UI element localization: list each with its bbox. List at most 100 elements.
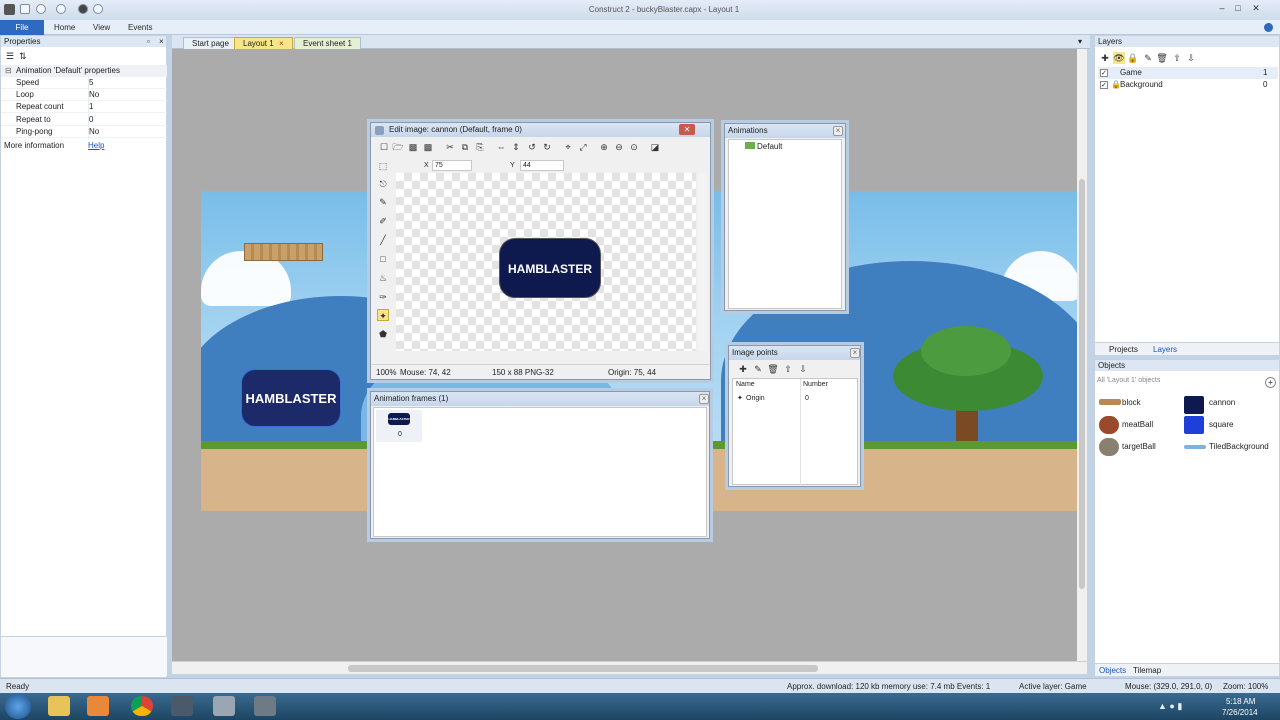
- explorer-icon[interactable]: [48, 696, 70, 716]
- collapse-icon[interactable]: ⊟: [5, 65, 12, 77]
- flip-vertical-icon[interactable]: ⇕: [510, 141, 522, 153]
- tab-objects[interactable]: Objects: [1099, 664, 1126, 677]
- tray-icons[interactable]: ▲ ● ▮: [1158, 701, 1208, 713]
- construct-icon[interactable]: [171, 696, 193, 716]
- tab-event-sheet-1[interactable]: Event sheet 1: [294, 37, 361, 49]
- vertical-scrollbar[interactable]: [1077, 49, 1087, 661]
- close-icon[interactable]: ×: [850, 348, 860, 358]
- zoom-out-icon[interactable]: ⊖: [613, 141, 625, 153]
- scroll-thumb[interactable]: [348, 665, 818, 672]
- lock-icon[interactable]: 🔒: [1127, 52, 1139, 64]
- tab-projects[interactable]: Projects: [1109, 343, 1138, 356]
- clock-time[interactable]: 5:18 AM: [1226, 697, 1255, 706]
- tabs-dropdown-icon[interactable]: ▾: [1078, 37, 1082, 46]
- tab-close-icon[interactable]: ×: [279, 39, 284, 48]
- edit-layer-icon[interactable]: ✎: [1142, 52, 1154, 64]
- table-row[interactable]: ✦ Origin 0: [733, 394, 857, 405]
- settings-icon[interactable]: [213, 696, 235, 716]
- prop-row-speed[interactable]: Speed 5: [1, 77, 167, 89]
- collision-tool-icon[interactable]: ⬟: [377, 328, 389, 340]
- copy-icon[interactable]: ⧉: [459, 141, 471, 153]
- recorder-icon[interactable]: [254, 696, 276, 716]
- cannon-sprite[interactable]: HAMBLASTER: [241, 369, 341, 427]
- new-icon[interactable]: ☐: [378, 141, 390, 153]
- edited-image[interactable]: HAMBLASTER: [499, 238, 601, 298]
- add-object-icon[interactable]: +: [1265, 377, 1276, 388]
- cut-icon[interactable]: ✂: [444, 141, 456, 153]
- layer-up-icon[interactable]: ⇧: [1171, 52, 1183, 64]
- start-button[interactable]: [5, 694, 31, 719]
- image-vscroll[interactable]: [698, 173, 707, 351]
- resize-icon[interactable]: ⤢: [577, 141, 589, 153]
- close-icon[interactable]: ✕: [679, 124, 695, 135]
- save-icon[interactable]: ▩: [407, 141, 419, 153]
- move-down-icon[interactable]: ⇩: [797, 363, 809, 375]
- color-icon[interactable]: ◪: [649, 141, 661, 153]
- tab-start-page[interactable]: Start page: [183, 37, 238, 49]
- maximize-icon[interactable]: □: [1228, 0, 1248, 16]
- block-sprite[interactable]: [244, 243, 323, 261]
- tab-tilemap[interactable]: Tilemap: [1133, 664, 1161, 677]
- visible-checkbox[interactable]: ✓: [1100, 81, 1108, 89]
- open-icon[interactable]: 🗁: [392, 141, 404, 153]
- prop-row-ping-pong[interactable]: Ping-pong No: [1, 126, 167, 138]
- x-field[interactable]: 75: [432, 160, 472, 171]
- add-point-icon[interactable]: ✚: [737, 363, 749, 375]
- fill-tool-icon[interactable]: ♨: [377, 272, 389, 284]
- select-tool-icon[interactable]: ⬚: [377, 160, 389, 172]
- eraser-tool-icon[interactable]: ⎋: [377, 178, 389, 190]
- prop-value[interactable]: 1: [88, 101, 93, 113]
- chrome-icon[interactable]: [131, 696, 153, 716]
- help-icon[interactable]: [1264, 23, 1273, 32]
- objects-filter[interactable]: All 'Layout 1' objects: [1097, 377, 1160, 384]
- prop-value[interactable]: No: [88, 89, 99, 101]
- tab-layout-1[interactable]: Layout 1 ×: [234, 37, 293, 49]
- close-icon[interactable]: ✕: [1246, 0, 1266, 16]
- prop-value[interactable]: No: [88, 126, 99, 138]
- scroll-thumb[interactable]: [1079, 179, 1085, 589]
- close-icon[interactable]: ×: [833, 126, 843, 136]
- panel-close-icon[interactable]: ×: [159, 37, 164, 46]
- categorized-icon[interactable]: ☰: [6, 51, 14, 62]
- save-as-icon[interactable]: ▩: [422, 141, 434, 153]
- visible-checkbox[interactable]: ✓: [1100, 69, 1108, 77]
- object-item-tiledbackground[interactable]: TiledBackground: [1183, 438, 1278, 456]
- brush-tool-icon[interactable]: ✐: [377, 215, 389, 227]
- delete-layer-icon[interactable]: 🗑: [1156, 52, 1168, 64]
- eye-icon[interactable]: 👁: [1113, 52, 1125, 64]
- pin-icon[interactable]: ▫: [147, 37, 150, 46]
- tab-home[interactable]: Home: [54, 23, 75, 32]
- origin-tool-icon[interactable]: ✦: [377, 309, 389, 321]
- media-player-icon[interactable]: [87, 696, 109, 716]
- tab-view[interactable]: View: [93, 23, 110, 32]
- add-layer-icon[interactable]: ✚: [1099, 52, 1111, 64]
- clock-date[interactable]: 7/26/2014: [1222, 708, 1258, 717]
- tab-events[interactable]: Events: [128, 23, 152, 32]
- rotate-ccw-icon[interactable]: ↺: [526, 141, 538, 153]
- file-button[interactable]: File: [0, 20, 44, 35]
- prop-row-repeat-to[interactable]: Repeat to 0: [1, 114, 167, 126]
- frame-item[interactable]: HAMBLASTER 0: [376, 410, 422, 442]
- zoom-in-icon[interactable]: ⊕: [598, 141, 610, 153]
- object-item-cannon[interactable]: cannon: [1183, 394, 1273, 414]
- prop-value[interactable]: 0: [88, 114, 93, 126]
- tab-layers[interactable]: Layers: [1153, 343, 1177, 356]
- prop-row-repeat-count[interactable]: Repeat count 1: [1, 101, 167, 113]
- object-item-meatball[interactable]: meatBall: [1098, 416, 1178, 434]
- sort-icon[interactable]: ⇅: [19, 51, 27, 62]
- crop-icon[interactable]: ⌖: [562, 141, 574, 153]
- picker-tool-icon[interactable]: ✑: [377, 291, 389, 303]
- pencil-tool-icon[interactable]: ✎: [377, 196, 389, 208]
- line-tool-icon[interactable]: ╱: [377, 234, 389, 246]
- layer-down-icon[interactable]: ⇩: [1185, 52, 1197, 64]
- zoom-reset-icon[interactable]: ⊙: [628, 141, 640, 153]
- layer-row-game[interactable]: ✓ Game 1: [1098, 67, 1278, 79]
- horizontal-scrollbar[interactable]: [172, 661, 1087, 674]
- prop-row-loop[interactable]: Loop No: [1, 89, 167, 101]
- image-canvas[interactable]: HAMBLASTER: [396, 173, 696, 351]
- move-up-icon[interactable]: ⇧: [782, 363, 794, 375]
- delete-point-icon[interactable]: 🗑: [767, 363, 779, 375]
- layer-row-background[interactable]: ✓ 🔒 Background 0: [1098, 79, 1278, 91]
- y-field[interactable]: 44: [520, 160, 564, 171]
- object-item-block[interactable]: block: [1098, 394, 1178, 412]
